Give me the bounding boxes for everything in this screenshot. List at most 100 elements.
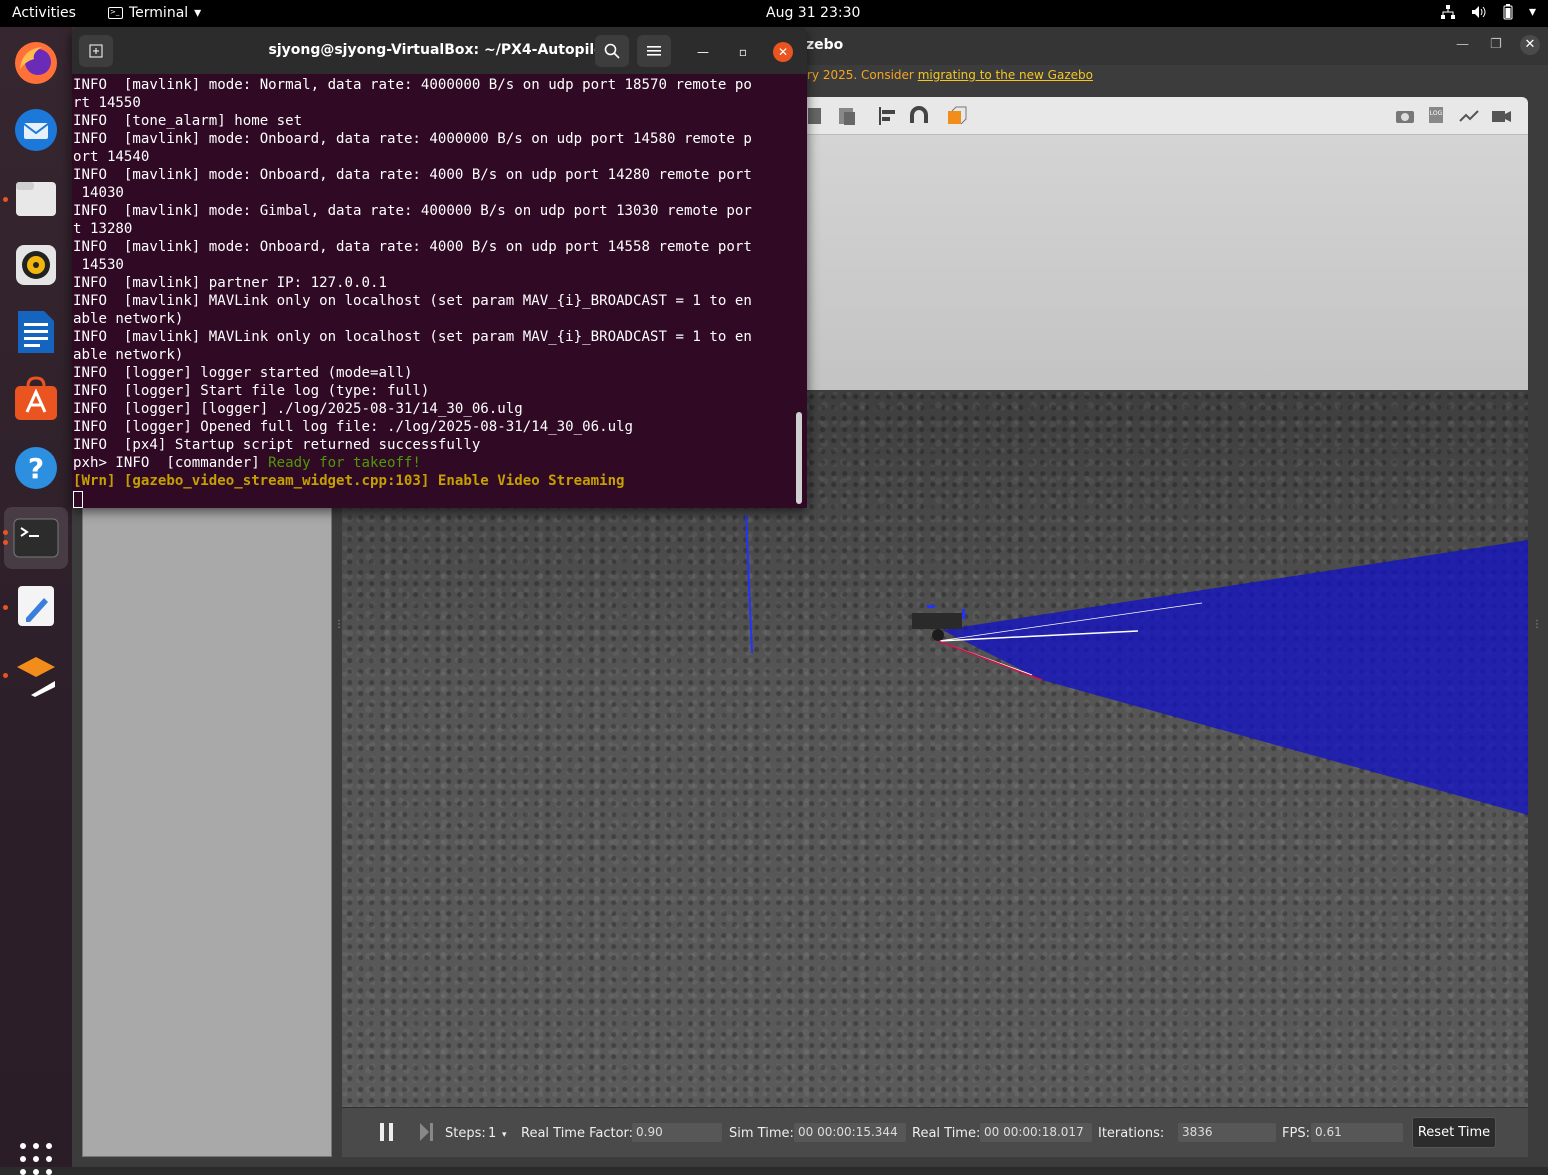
system-tray[interactable]: ▾ — [1440, 4, 1536, 20]
dock-software[interactable] — [4, 368, 68, 430]
activities-button[interactable]: Activities — [12, 5, 76, 21]
terminal-scrollbar[interactable] — [796, 412, 802, 504]
terminal-line: INFO [mavlink] partner IP: 127.0.0.1 — [73, 275, 387, 291]
dock-rhythmbox[interactable] — [4, 234, 68, 296]
text-editor-icon — [18, 586, 54, 626]
terminal-app-icon: >_ — [108, 7, 123, 19]
steps-label: Steps: — [445, 1126, 486, 1141]
dock-qgroundcontrol[interactable] — [4, 643, 68, 705]
dock-help[interactable]: ? — [4, 437, 68, 499]
camera-icon[interactable] — [1394, 105, 1416, 127]
terminal-line: INFO [mavlink] MAVLink only on localhost… — [73, 329, 752, 345]
terminal-cursor[interactable] — [73, 490, 83, 508]
terminal-prompt-line: pxh> INFO [commander] Ready for takeoff! — [73, 455, 421, 471]
align-icon[interactable] — [876, 105, 898, 127]
terminal-line: INFO [logger] [logger] ./log/2025-08-31/… — [73, 401, 523, 417]
dock-firefox[interactable] — [4, 32, 68, 94]
terminal-line: able network) — [73, 311, 184, 327]
dock-files[interactable] — [4, 167, 68, 229]
fps-field: 0.61 — [1311, 1123, 1403, 1142]
battery-icon — [1503, 4, 1513, 20]
minimize-icon: — — [697, 45, 709, 59]
menu-button[interactable] — [637, 35, 671, 67]
caret-down-icon: ▾ — [194, 5, 202, 21]
iterations-label: Iterations: — [1098, 1126, 1165, 1141]
video-icon[interactable] — [1490, 105, 1512, 127]
paste-icon[interactable] — [836, 105, 858, 127]
dock-terminal[interactable] — [4, 507, 68, 569]
terminal-line: 14530 — [73, 257, 124, 273]
restore-icon[interactable]: ❐ — [1490, 37, 1502, 52]
writer-icon — [18, 311, 54, 353]
search-icon — [604, 43, 620, 59]
firefox-icon — [15, 42, 57, 84]
app-menu-label: Terminal — [129, 5, 189, 21]
close-icon[interactable]: ✕ — [1520, 35, 1540, 55]
right-splitter-handle[interactable]: ⋮ — [1532, 619, 1542, 630]
steps-caret-icon[interactable]: ▾ — [502, 1130, 507, 1140]
terminal-warning-line: [Wrn] [gazebo_video_stream_widget.cpp:10… — [73, 473, 625, 489]
svg-text:LOG: LOG — [1430, 110, 1443, 117]
software-icon — [15, 376, 57, 420]
log-icon[interactable]: LOG — [1426, 105, 1448, 127]
rtf-label: Real Time Factor: — [521, 1126, 634, 1141]
app-menu[interactable]: >_ Terminal ▾ — [108, 5, 201, 21]
rhythmbox-icon — [16, 245, 56, 285]
migration-link[interactable]: migrating to the new Gazebo — [918, 68, 1093, 82]
pause-icon[interactable] — [380, 1123, 394, 1141]
z-axis-line — [745, 514, 753, 654]
help-icon: ? — [15, 447, 57, 489]
terminal-line: ort 14540 — [73, 149, 150, 165]
search-button[interactable] — [595, 35, 629, 67]
iterations-field: 3836 — [1178, 1123, 1276, 1142]
fps-label: FPS: — [1282, 1126, 1310, 1141]
sim-status-bar: Steps: 1 ▾ Real Time Factor: 0.90 Sim Ti… — [342, 1107, 1528, 1157]
terminal-headerbar[interactable]: sjyong@sjyong-VirtualBox: ~/PX4-Autopilo… — [72, 28, 807, 74]
maximize-button[interactable]: ▫ — [733, 42, 753, 62]
step-icon[interactable] — [420, 1123, 434, 1141]
terminal-line: 14030 — [73, 185, 124, 201]
copy-icon[interactable] — [804, 105, 826, 127]
terminal-line: INFO [mavlink] mode: Onboard, data rate:… — [73, 239, 752, 255]
terminal-line: INFO [tone_alarm] home set — [73, 113, 303, 129]
sim-time-label: Sim Time: — [729, 1126, 794, 1141]
camera-frustum — [942, 540, 1528, 815]
qgroundcontrol-icon — [17, 657, 55, 697]
terminal-line: INFO [mavlink] mode: Onboard, data rate:… — [73, 167, 752, 183]
minimize-button[interactable]: — — [693, 42, 713, 62]
terminal-line: INFO [mavlink] mode: Onboard, data rate:… — [73, 131, 752, 147]
snap-icon[interactable] — [908, 105, 930, 127]
dock-writer[interactable] — [4, 301, 68, 363]
svg-text:?: ? — [28, 452, 44, 485]
reset-time-button[interactable]: Reset Time — [1412, 1117, 1496, 1148]
network-icon — [1440, 5, 1455, 19]
terminal-line: rt 14550 — [73, 95, 141, 111]
plot-icon[interactable] — [1458, 105, 1480, 127]
clock[interactable]: Aug 31 23:30 — [766, 5, 860, 21]
terminal-line: INFO [px4] Startup script returned succe… — [73, 437, 481, 453]
real-time-label: Real Time: — [912, 1126, 981, 1141]
thunderbird-icon — [15, 109, 57, 151]
dock-thunderbird[interactable] — [4, 99, 68, 161]
terminal-line: INFO [mavlink] mode: Normal, data rate: … — [73, 77, 752, 93]
terminal-line: able network) — [73, 347, 184, 363]
terminal-line: INFO [logger] logger started (mode=all) — [73, 365, 413, 381]
terminal-line: t 13280 — [73, 221, 133, 237]
show-apps-icon[interactable] — [20, 1143, 52, 1175]
folder-icon — [16, 182, 56, 216]
steps-value[interactable]: 1 — [488, 1126, 496, 1141]
terminal-window[interactable]: sjyong@sjyong-VirtualBox: ~/PX4-Autopilo… — [72, 28, 807, 508]
terminal-icon — [13, 518, 59, 558]
banner-text: ry 2025. Consider — [807, 68, 918, 82]
close-icon: ✕ — [777, 45, 789, 59]
close-button[interactable]: ✕ — [773, 42, 793, 62]
dock-text-editor[interactable] — [4, 575, 68, 637]
terminal-output[interactable]: INFO [mavlink] mode: Normal, data rate: … — [73, 76, 795, 508]
terminal-line: INFO [logger] Opened full log file: ./lo… — [73, 419, 634, 435]
terminal-line: INFO [logger] Start file log (type: full… — [73, 383, 430, 399]
shapes-icon[interactable] — [946, 105, 968, 127]
minimize-icon[interactable]: — — [1456, 37, 1469, 52]
real-time-field: 00 00:00:18.017 — [980, 1123, 1092, 1142]
chevron-down-icon: ▾ — [1528, 4, 1536, 20]
dock: ? — [0, 27, 72, 1175]
